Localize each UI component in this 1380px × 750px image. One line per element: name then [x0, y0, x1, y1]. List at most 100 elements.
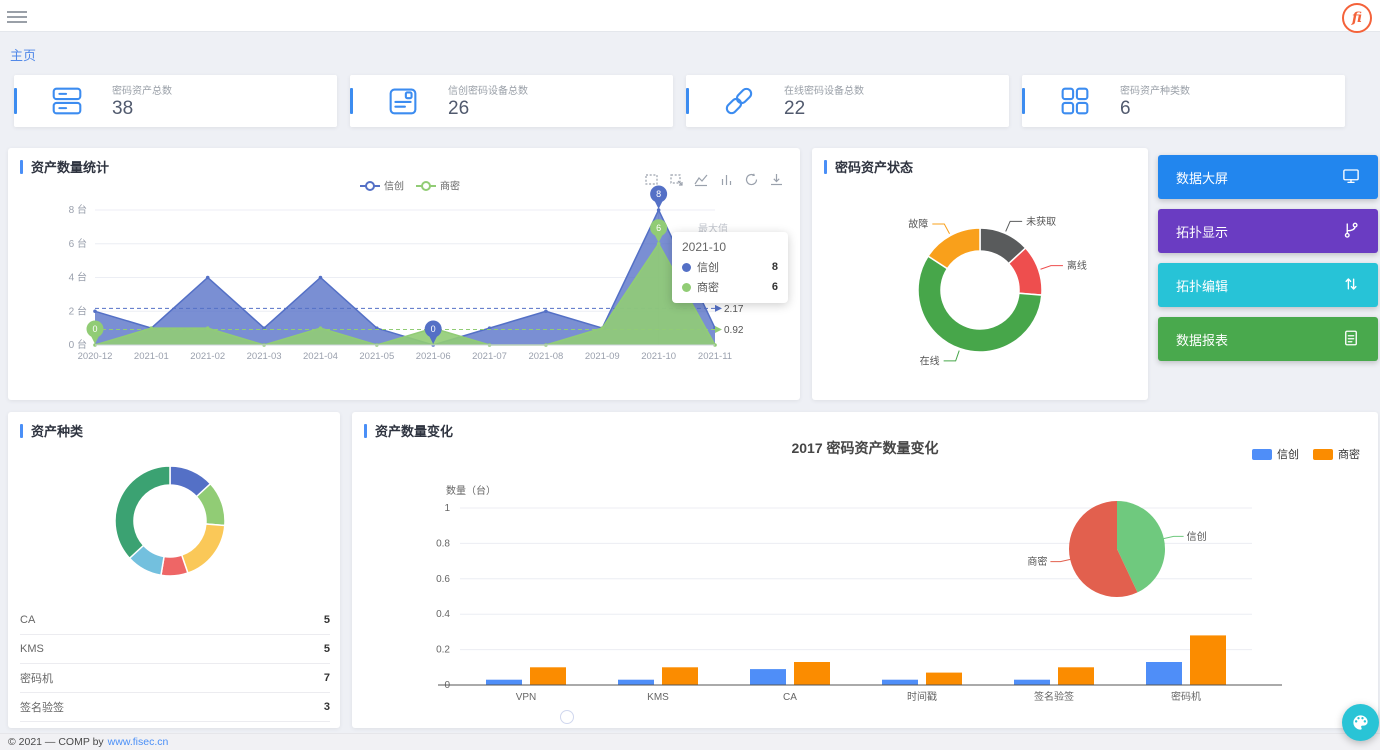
- server-stack-icon: [48, 82, 86, 120]
- asset-type-row: 时间戳4: [20, 722, 330, 728]
- tooltip-row: 信创 8: [682, 259, 778, 275]
- accent-bar: [686, 88, 689, 114]
- svg-text:签名验签: 签名验签: [1034, 690, 1074, 703]
- svg-text:0: 0: [431, 324, 436, 334]
- accent-bar: [1022, 88, 1025, 114]
- bar: [1146, 662, 1182, 685]
- panel-title: 密码资产状态: [812, 148, 1148, 178]
- chart-legend: 信创 商密: [1252, 446, 1360, 462]
- topbar: fi: [0, 0, 1380, 32]
- bar: [926, 673, 962, 685]
- big-screen-button[interactable]: 数据大屏: [1158, 155, 1378, 199]
- svg-text:0.4: 0.4: [436, 609, 450, 620]
- svg-text:8 台: 8 台: [69, 203, 87, 216]
- svg-text:2021-05: 2021-05: [359, 351, 394, 362]
- footer: © 2021 — COMP by www.fisec.cn: [0, 733, 1380, 750]
- line-chart-icon[interactable]: [694, 172, 709, 187]
- asset-type-row: CA 5: [20, 606, 330, 635]
- svg-text:0.6: 0.6: [436, 574, 450, 585]
- tooltip-row: 商密 6: [682, 279, 778, 295]
- svg-text:故障: 故障: [908, 218, 928, 231]
- legend-swatch: [1313, 449, 1333, 460]
- bar-chart-icon[interactable]: [719, 172, 734, 187]
- topology-edit-button[interactable]: 拓扑编辑: [1158, 263, 1378, 307]
- dashboard: fi 主页 密码资产总数 38 信创密码设备总数 26 在线密码设备总数 22: [0, 0, 1380, 750]
- bar: [530, 667, 566, 685]
- series-color-dot: [682, 263, 691, 272]
- bar: [750, 669, 786, 685]
- svg-text:信创: 信创: [384, 180, 404, 193]
- topology-view-button[interactable]: 拓扑显示: [1158, 209, 1378, 253]
- menu-toggle-icon[interactable]: [7, 8, 27, 24]
- breadcrumb[interactable]: 主页: [10, 45, 36, 64]
- bar: [618, 680, 654, 685]
- stat-cards-row: 密码资产总数 38 信创密码设备总数 26 在线密码设备总数 22 密码资产种类…: [14, 75, 1345, 127]
- bar: [1190, 635, 1226, 685]
- chart-tooltip: 2021-10 信创 8 商密 6: [672, 232, 788, 303]
- asset-type-label: 密码机: [20, 670, 53, 686]
- asset-change-bar-chart: 00.20.40.60.81数量（台）VPNKMSCA时间戳签名验签密码机信创商…: [352, 412, 1378, 728]
- chart-title: 2017 密码资产数量变化: [352, 438, 1378, 458]
- palette-icon: [1351, 713, 1370, 732]
- svg-text:6: 6: [656, 223, 661, 233]
- quick-actions: 数据大屏 拓扑显示 拓扑编辑 数据报表: [1158, 155, 1378, 371]
- footer-link[interactable]: www.fisec.cn: [108, 736, 169, 748]
- accent-bar: [364, 424, 367, 438]
- stat-label: 密码资产种类数: [1120, 82, 1190, 97]
- svg-text:VPN: VPN: [516, 692, 537, 703]
- svg-text:8: 8: [656, 189, 661, 199]
- swap-arrows-icon: [1342, 275, 1360, 296]
- stat-card-online-devices: 在线密码设备总数 22: [686, 75, 1009, 127]
- svg-text:2021-02: 2021-02: [190, 351, 225, 362]
- bar: [662, 667, 698, 685]
- clipped-legend-artifact: [560, 710, 574, 724]
- logo-text: fi: [1352, 10, 1362, 26]
- asset-type-row: 签名验签 3: [20, 693, 330, 722]
- svg-text:0: 0: [92, 324, 97, 334]
- asset-type-label: CA: [20, 614, 35, 626]
- svg-text:2021-08: 2021-08: [528, 351, 563, 362]
- svg-text:2.17: 2.17: [724, 304, 744, 315]
- stat-value: 26: [448, 98, 528, 120]
- legend-item[interactable]: 信创: [1252, 446, 1299, 462]
- bar: [486, 680, 522, 685]
- link-icon: [720, 82, 758, 120]
- marquee-zoom-icon[interactable]: [644, 172, 659, 187]
- donut-slice: [115, 466, 170, 558]
- download-icon[interactable]: [769, 172, 784, 187]
- restore-icon[interactable]: [744, 172, 759, 187]
- panel-asset-types: 资产种类 CA5KMS5密码机7签名验签3时间戳4: [8, 412, 340, 728]
- legend-item[interactable]: 商密: [416, 180, 460, 193]
- svg-text:0.8: 0.8: [436, 538, 450, 549]
- svg-text:2020-12: 2020-12: [78, 351, 113, 362]
- svg-text:2021-06: 2021-06: [416, 351, 451, 362]
- panel-asset-trend: 资产数量统计 0 台2 台4 台6 台8 台2.170.922020-12202…: [8, 148, 800, 400]
- stat-value: 6: [1120, 98, 1190, 120]
- stat-value: 38: [112, 98, 172, 120]
- stat-card-asset-kinds: 密码资产种类数 6: [1022, 75, 1345, 127]
- asset-type-label: 签名验签: [20, 699, 64, 715]
- asset-type-value: 5: [324, 614, 330, 626]
- accent-bar: [20, 160, 23, 174]
- asset-type-row: 密码机 7: [20, 664, 330, 693]
- report-file-icon: [1342, 329, 1360, 350]
- svg-text:2021-09: 2021-09: [585, 351, 620, 362]
- legend-swatch: [1252, 449, 1272, 460]
- svg-text:离线: 离线: [1067, 259, 1087, 272]
- stat-label: 密码资产总数: [112, 82, 172, 97]
- zoom-reset-icon[interactable]: [669, 172, 684, 187]
- svg-text:2021-10: 2021-10: [641, 351, 676, 362]
- legend-item[interactable]: 信创: [360, 180, 404, 193]
- asset-type-value: 3: [324, 701, 330, 713]
- monitor-icon: [1342, 167, 1360, 188]
- svg-text:2 台: 2 台: [69, 304, 87, 317]
- svg-text:6 台: 6 台: [69, 237, 87, 250]
- legend-item[interactable]: 商密: [1313, 446, 1360, 462]
- svg-text:商密: 商密: [440, 180, 460, 193]
- asset-type-value: 7: [324, 672, 330, 684]
- theme-palette-button[interactable]: [1342, 704, 1379, 741]
- svg-text:2021-04: 2021-04: [303, 351, 338, 362]
- data-report-button[interactable]: 数据报表: [1158, 317, 1378, 361]
- svg-text:1: 1: [444, 503, 450, 514]
- panel-asset-change: 00.20.40.60.81数量（台）VPNKMSCA时间戳签名验签密码机信创商…: [352, 412, 1378, 728]
